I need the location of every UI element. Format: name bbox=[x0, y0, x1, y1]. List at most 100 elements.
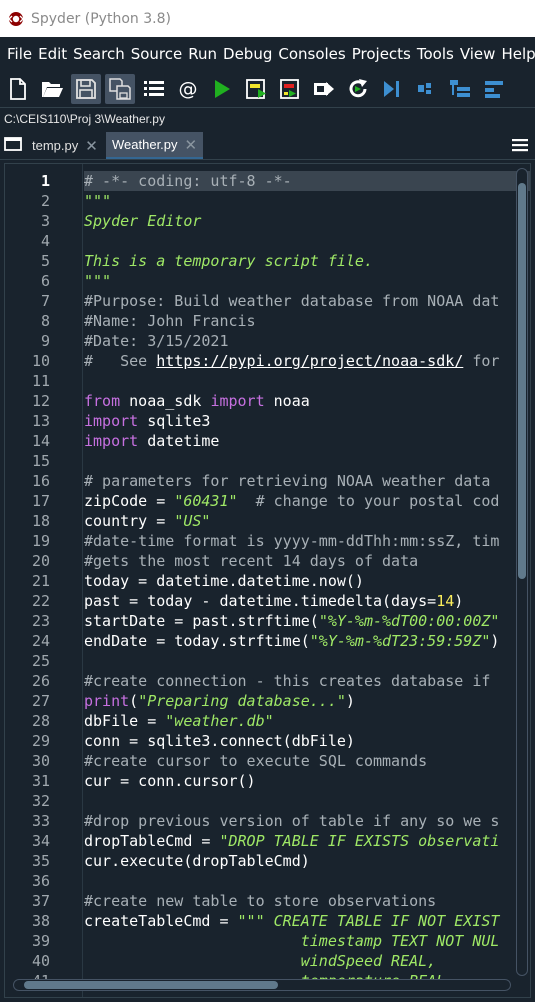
menu-projects[interactable]: Projects bbox=[349, 45, 414, 63]
code-line[interactable]: from noaa_sdk import noaa bbox=[84, 391, 310, 411]
vertical-scroll-thumb[interactable] bbox=[518, 183, 526, 579]
code-line[interactable]: Spyder Editor bbox=[84, 211, 201, 231]
menu-consoles[interactable]: Consoles bbox=[275, 45, 348, 63]
close-tab-icon[interactable]: ✕ bbox=[85, 137, 98, 155]
vertical-scrollbar[interactable] bbox=[516, 168, 528, 976]
run-cell-advance-icon[interactable] bbox=[275, 74, 305, 104]
menu-file[interactable]: File bbox=[4, 45, 35, 63]
code-line[interactable]: today = datetime.datetime.now() bbox=[84, 571, 364, 591]
code-token: past = today - datetime.timedelta(days= bbox=[84, 592, 437, 610]
debug-icon[interactable] bbox=[377, 74, 407, 104]
title-bar: Spyder (Python 3.8) bbox=[0, 0, 535, 37]
line-number: 35 bbox=[31, 852, 50, 870]
code-token: import bbox=[84, 412, 139, 430]
save-all-icon[interactable] bbox=[105, 73, 135, 104]
menu-search[interactable]: Search bbox=[70, 45, 128, 63]
code-line[interactable]: """ bbox=[84, 191, 111, 211]
code-line[interactable]: # See https://pypi.org/project/noaa-sdk/… bbox=[84, 351, 499, 371]
line-number: 22 bbox=[31, 592, 50, 610]
code-line[interactable]: conn = sqlite3.connect(dbFile) bbox=[84, 731, 355, 751]
code-editor[interactable]: 1 2 3 4 5 6 7 8 9 10 11 12 13 14 15 16 17 18 19 20 21 22 23 24 2… bbox=[4, 163, 531, 998]
line-number: 3 bbox=[40, 212, 50, 230]
save-icon[interactable] bbox=[71, 73, 101, 104]
line-number: 11 bbox=[31, 372, 50, 390]
code-token: startDate = past.strftime( bbox=[84, 612, 319, 630]
code-line[interactable]: past = today - datetime.timedelta(days=1… bbox=[84, 591, 463, 611]
code-line[interactable]: dbFile = "weather.db" bbox=[84, 711, 274, 731]
code-token: print bbox=[84, 692, 130, 710]
re-run-icon[interactable] bbox=[343, 74, 373, 104]
tab-temp-py[interactable]: temp.py ✕ bbox=[26, 132, 104, 159]
line-number: 39 bbox=[31, 932, 50, 950]
file-path: C:\CEIS110\Proj 3\Weather.py bbox=[0, 108, 535, 130]
line-number: 23 bbox=[31, 612, 50, 630]
horizontal-scrollbar[interactable] bbox=[13, 979, 511, 991]
code-token: zipCode = bbox=[84, 492, 175, 510]
menu-help[interactable]: Help bbox=[498, 45, 535, 63]
code-line[interactable]: timestamp TEXT NOT NUL bbox=[84, 931, 500, 951]
line-number: 33 bbox=[31, 812, 50, 830]
line-number: 26 bbox=[31, 672, 50, 690]
menu-tools[interactable]: Tools bbox=[414, 45, 457, 63]
menu-view[interactable]: View bbox=[457, 45, 499, 63]
new-file-icon[interactable] bbox=[3, 74, 33, 104]
code-token: "weather.db" bbox=[165, 712, 274, 730]
code-token[interactable]: https://pypi.org/project/noaa-sdk/ bbox=[156, 352, 463, 370]
code-token: country = bbox=[84, 512, 175, 530]
code-line[interactable]: print("Preparing database...") bbox=[84, 691, 355, 711]
code-line[interactable]: import datetime bbox=[84, 431, 219, 451]
code-line[interactable]: #create connection - this creates databa… bbox=[84, 671, 490, 691]
hamburger-menu-icon[interactable] bbox=[509, 134, 531, 156]
debug-cell-icon[interactable] bbox=[411, 74, 441, 104]
code-line[interactable]: # -*- coding: utf-8 -*- bbox=[84, 171, 292, 191]
code-token: Spyder Editor bbox=[84, 212, 202, 230]
code-line[interactable]: startDate = past.strftime("%Y-%m-%dT00:0… bbox=[84, 611, 499, 631]
code-line[interactable]: #Purpose: Build weather database from NO… bbox=[84, 291, 499, 311]
code-line[interactable]: #drop previous version of table if any s… bbox=[84, 811, 499, 831]
menu-source[interactable]: Source bbox=[128, 45, 186, 63]
code-line[interactable]: """ bbox=[84, 271, 111, 291]
code-line[interactable]: endDate = today.strftime("%Y-%m-%dT23:59… bbox=[84, 631, 499, 651]
code-token: today = datetime.datetime.now() bbox=[84, 572, 364, 590]
code-line[interactable]: This is a temporary script file. bbox=[84, 251, 373, 271]
code-line[interactable]: createTableCmd = """ CREATE TABLE IF NOT… bbox=[84, 911, 499, 931]
code-token: # change to your postal cod bbox=[237, 492, 500, 510]
code-line[interactable]: zipCode = "60431" # change to your posta… bbox=[84, 491, 499, 511]
code-area[interactable]: # -*- coding: utf-8 -*- """ Spyder Editor T… bbox=[84, 164, 514, 997]
tab-weather-py[interactable]: Weather.py ✕ bbox=[106, 132, 204, 159]
code-line[interactable]: #gets the most recent 14 days of data bbox=[84, 551, 418, 571]
code-line[interactable]: #create new table to store observations bbox=[84, 891, 436, 911]
menu-debug[interactable]: Debug bbox=[220, 45, 275, 63]
code-line[interactable]: import sqlite3 bbox=[84, 411, 210, 431]
code-token: cur.execute(dropTableCmd) bbox=[84, 852, 310, 870]
code-line[interactable]: #create cursor to execute SQL commands bbox=[84, 751, 427, 771]
code-line[interactable]: dropTableCmd = "DROP TABLE IF EXISTS obs… bbox=[84, 831, 499, 851]
code-line[interactable]: cur.execute(dropTableCmd) bbox=[84, 851, 310, 871]
browse-tabs-icon[interactable] bbox=[2, 133, 24, 155]
at-sign-icon[interactable]: @ bbox=[173, 74, 203, 104]
run-cell-icon[interactable] bbox=[241, 74, 271, 104]
close-tab-icon[interactable]: ✕ bbox=[185, 136, 198, 154]
step-over-icon[interactable] bbox=[479, 74, 509, 104]
run-icon[interactable] bbox=[207, 74, 237, 104]
menu-edit[interactable]: Edit bbox=[35, 45, 70, 63]
line-number: 25 bbox=[31, 652, 50, 670]
code-line[interactable]: #date-time format is yyyy-mm-ddThh:mm:ss… bbox=[84, 531, 499, 551]
code-token: "%Y-%m-%dT23:59:59Z" bbox=[309, 632, 491, 650]
line-number: 15 bbox=[31, 452, 50, 470]
code-line[interactable]: #Date: 3/15/2021 bbox=[84, 331, 229, 351]
line-number: 1 bbox=[40, 172, 50, 190]
line-number: 10 bbox=[31, 352, 50, 370]
step-into-icon[interactable] bbox=[445, 74, 475, 104]
code-line[interactable]: #Name: John Francis bbox=[84, 311, 256, 331]
code-line[interactable]: cur = conn.cursor() bbox=[84, 771, 256, 791]
menu-run[interactable]: Run bbox=[185, 45, 220, 63]
open-folder-icon[interactable] bbox=[37, 74, 67, 104]
outline-list-icon[interactable] bbox=[139, 74, 169, 104]
code-line[interactable]: # parameters for retrieving NOAA weather… bbox=[84, 471, 490, 491]
code-line[interactable]: country = "US" bbox=[84, 511, 210, 531]
horizontal-scroll-thumb[interactable] bbox=[24, 981, 278, 989]
run-selection-icon[interactable] bbox=[309, 74, 339, 104]
code-token: #Name: John Francis bbox=[84, 312, 256, 330]
code-line[interactable]: windSpeed REAL, bbox=[84, 951, 436, 971]
